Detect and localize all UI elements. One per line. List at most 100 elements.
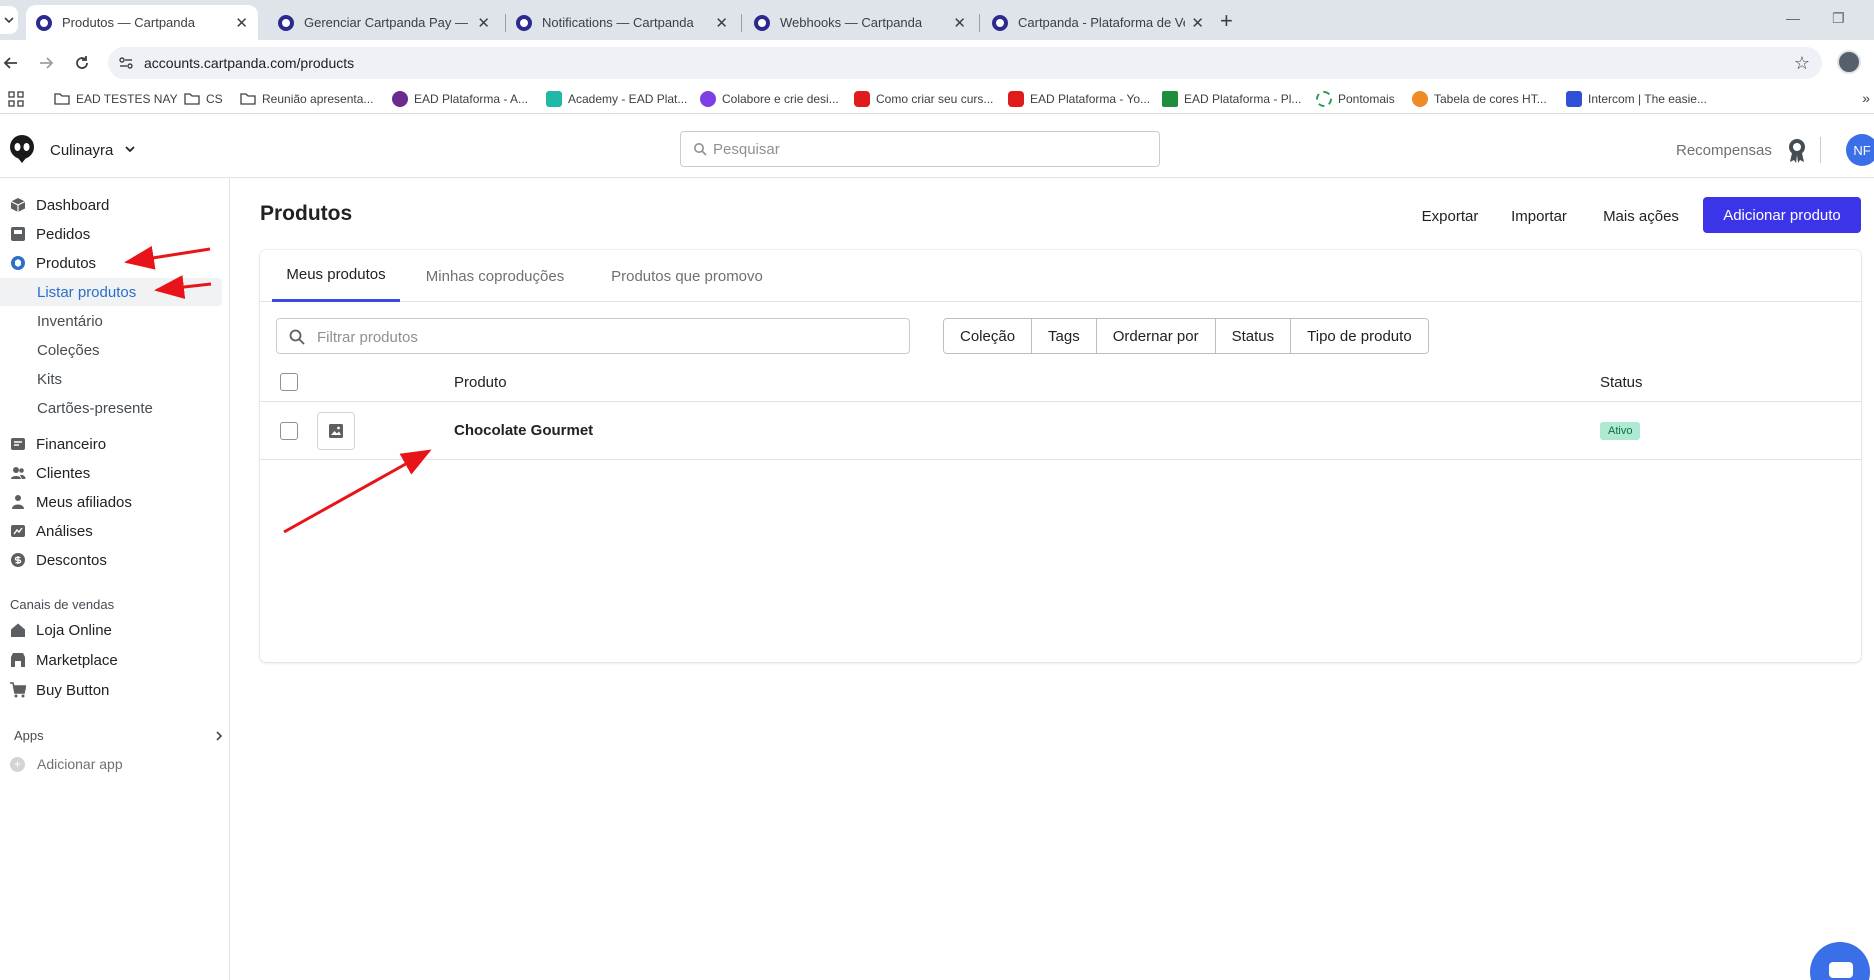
- filter-tags-button[interactable]: Tags: [1032, 319, 1097, 353]
- tab-promoted-products[interactable]: Produtos que promovo: [590, 250, 784, 302]
- bookmark-item[interactable]: Reunião apresenta...: [240, 91, 373, 107]
- import-button[interactable]: Importar: [1500, 198, 1578, 234]
- close-tab-icon[interactable]: ✕: [235, 14, 248, 32]
- more-bookmarks-icon[interactable]: »: [1862, 90, 1870, 106]
- bookmark-item[interactable]: Academy - EAD Plat...: [546, 91, 687, 107]
- bookmark-star-icon[interactable]: ☆: [1794, 53, 1810, 74]
- column-header-status[interactable]: Status: [1600, 374, 1643, 391]
- table-header: Produto Status: [260, 362, 1861, 402]
- bookmark-item[interactable]: CS: [184, 91, 223, 107]
- header-divider: [1820, 137, 1821, 163]
- add-app-button[interactable]: + Adicionar app: [10, 754, 123, 774]
- apps-grid-button[interactable]: [8, 91, 24, 107]
- status-badge: Ativo: [1600, 422, 1641, 440]
- chat-launcher-button[interactable]: [1810, 942, 1870, 980]
- apps-section[interactable]: Apps: [14, 728, 224, 748]
- tab-search-button[interactable]: [0, 6, 18, 34]
- browser-tab-active[interactable]: Produtos — Cartpanda ✕: [26, 5, 258, 40]
- sidebar-subitem-gift-cards[interactable]: Cartões-presente: [0, 394, 222, 422]
- tab-title: Cartpanda - Plataforma de Venda: [1018, 15, 1185, 30]
- site-icon: [392, 91, 408, 107]
- more-actions-button[interactable]: Mais ações: [1590, 198, 1692, 234]
- browser-tab[interactable]: Webhooks — Cartpanda ✕: [744, 5, 976, 40]
- store-name[interactable]: Culinayra: [50, 142, 113, 159]
- sort-by-button[interactable]: Ordernar por: [1096, 319, 1216, 353]
- bookmark-item[interactable]: EAD Plataforma - Pl...: [1162, 91, 1301, 107]
- arrow-right-icon: [40, 57, 54, 69]
- affiliates-icon: [12, 495, 24, 509]
- bookmark-item[interactable]: Tabela de cores HT...: [1412, 91, 1547, 107]
- chevron-down-icon[interactable]: [124, 144, 136, 154]
- global-search[interactable]: [680, 131, 1160, 167]
- column-header-product[interactable]: Produto: [454, 374, 507, 391]
- new-tab-button[interactable]: +: [1220, 8, 1233, 34]
- forward-button[interactable]: [35, 52, 57, 74]
- sales-channels-heading: Canais de vendas: [10, 597, 115, 612]
- search-input[interactable]: [713, 138, 1133, 160]
- browser-tab[interactable]: Notifications — Cartpanda ✕: [506, 5, 738, 40]
- filter-products-input[interactable]: [317, 326, 897, 348]
- profile-avatar[interactable]: [1837, 50, 1861, 74]
- sidebar-item-analytics[interactable]: Análises: [0, 517, 222, 545]
- rewards-badge-icon[interactable]: [1785, 137, 1809, 163]
- add-product-button[interactable]: Adicionar produto: [1703, 197, 1861, 233]
- folder-icon: [54, 93, 70, 105]
- product-name-link[interactable]: Chocolate Gourmet: [454, 422, 593, 439]
- user-avatar[interactable]: NF: [1846, 134, 1874, 166]
- bookmark-label: Reunião apresenta...: [262, 92, 374, 106]
- sidebar-item-products[interactable]: Produtos: [0, 249, 222, 277]
- bookmark-item[interactable]: EAD Plataforma - Yo...: [1008, 91, 1150, 107]
- sidebar-item-orders[interactable]: Pedidos: [0, 220, 222, 248]
- sidebar-subitem-list-products[interactable]: Listar produtos: [0, 278, 222, 306]
- browser-tab[interactable]: Cartpanda - Plataforma de Venda ✕: [982, 5, 1214, 40]
- bookmark-item[interactable]: Colabore e crie desi...: [700, 91, 839, 107]
- close-tab-icon[interactable]: ✕: [1191, 14, 1204, 32]
- sidebar-item-buy-button[interactable]: Buy Button: [0, 676, 222, 704]
- bookmark-item[interactable]: Pontomais: [1316, 91, 1395, 107]
- sidebar-item-discounts[interactable]: Descontos: [0, 546, 222, 574]
- browser-tab[interactable]: Gerenciar Cartpanda Pay — Car ✕: [268, 5, 500, 40]
- close-tab-icon[interactable]: ✕: [953, 14, 966, 32]
- bookmark-label: Como criar seu curs...: [876, 92, 994, 106]
- sidebar-item-customers[interactable]: Clientes: [0, 459, 222, 487]
- filter-products[interactable]: [276, 318, 910, 354]
- close-tab-icon[interactable]: ✕: [715, 14, 728, 32]
- sidebar-item-online-store[interactable]: Loja Online: [0, 616, 222, 644]
- restore-icon[interactable]: ❐: [1832, 10, 1845, 27]
- folder-icon: [184, 93, 200, 105]
- sidebar-item-marketplace[interactable]: Marketplace: [0, 646, 222, 674]
- close-tab-icon[interactable]: ✕: [477, 14, 490, 32]
- sidebar-item-affiliates[interactable]: Meus afiliados: [0, 488, 222, 516]
- tab-my-coproductions[interactable]: Minhas coproduções: [414, 250, 576, 302]
- bookmark-item[interactable]: Intercom | The easie...: [1566, 91, 1707, 107]
- sidebar-subitem-collections[interactable]: Coleções: [0, 336, 222, 364]
- row-checkbox[interactable]: [280, 422, 298, 440]
- bookmark-item[interactable]: EAD Plataforma - A...: [392, 91, 528, 107]
- filter-status-button[interactable]: Status: [1215, 319, 1292, 353]
- back-button[interactable]: [0, 52, 22, 74]
- sidebar-item-finance[interactable]: Financeiro: [0, 430, 222, 458]
- filter-product-type-button[interactable]: Tipo de produto: [1291, 319, 1428, 353]
- inbox-icon: [11, 227, 25, 241]
- sidebar-subitem-inventory[interactable]: Inventário: [0, 307, 222, 335]
- sidebar-subitem-kits[interactable]: Kits: [0, 365, 222, 393]
- bookmark-item[interactable]: EAD TESTES NAY: [54, 91, 178, 107]
- rewards-link[interactable]: Recompensas: [1676, 142, 1772, 159]
- finance-icon: [11, 438, 25, 450]
- site-settings-icon[interactable]: [118, 55, 134, 71]
- bookmark-label: Academy - EAD Plat...: [568, 92, 688, 106]
- bookmark-label: Tabela de cores HT...: [1434, 92, 1547, 106]
- sidebar-item-dashboard[interactable]: Dashboard: [0, 191, 222, 219]
- minimize-icon[interactable]: —: [1786, 10, 1800, 26]
- table-row[interactable]: Chocolate Gourmet Ativo: [260, 402, 1861, 460]
- chart-icon: [11, 525, 25, 537]
- tab-my-products[interactable]: Meus produtos: [272, 250, 400, 302]
- select-all-checkbox[interactable]: [280, 373, 298, 391]
- sidebar-item-label: Produtos: [36, 254, 97, 272]
- reload-button[interactable]: [71, 52, 93, 74]
- bookmark-item[interactable]: Como criar seu curs...: [854, 91, 993, 107]
- address-bar[interactable]: accounts.cartpanda.com/products ☆: [108, 47, 1822, 79]
- export-button[interactable]: Exportar: [1398, 198, 1502, 234]
- sidebar-subitem-label: Coleções: [37, 341, 100, 359]
- filter-collection-button[interactable]: Coleção: [944, 319, 1033, 353]
